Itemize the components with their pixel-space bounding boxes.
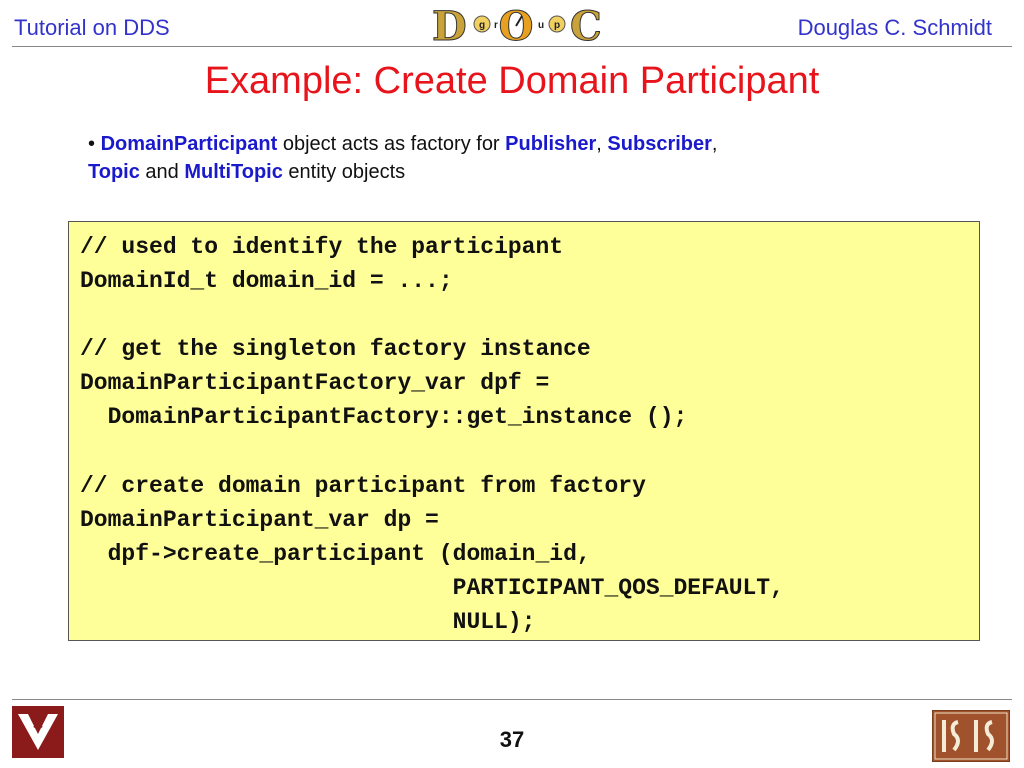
doc-group-logo: D g r O u p C — [432, 3, 601, 47]
code-line-9: DomainParticipant_var dp = — [80, 506, 439, 533]
code-line-5: DomainParticipantFactory_var dpf = — [80, 370, 550, 397]
keyword-publisher: Publisher — [505, 133, 597, 155]
header-divider — [12, 46, 1012, 47]
code-line-2: DomainId_t domain_id = ...; — [80, 268, 453, 295]
isis-logo-icon — [932, 710, 1010, 762]
logo-letter-g: g — [479, 20, 485, 31]
bullet-text-5: entity objects — [282, 161, 406, 183]
slide-title: Example: Create Domain Participant — [204, 60, 820, 102]
keyword-multitopic: MultiTopic — [184, 161, 283, 183]
keyword-topic: Topic — [88, 161, 140, 183]
header-left-title: Tutorial on DDS — [14, 15, 170, 40]
footer-divider — [12, 699, 1012, 700]
code-line-12: NULL); — [80, 609, 536, 636]
keyword-domainparticipant: DomainParticipant — [100, 133, 278, 155]
code-text: // used to identify the participant Doma… — [69, 222, 979, 639]
code-line-1: // used to identify the participant — [80, 234, 564, 260]
logo-letter-p: p — [554, 20, 560, 31]
logo-letter-d: D — [432, 3, 467, 46]
code-line-10: dpf->create_participant (domain_id, — [80, 540, 591, 567]
code-line-11: PARTICIPANT_QOS_DEFAULT, — [80, 574, 784, 601]
bullet-text-3: , — [711, 133, 718, 155]
page-number: 37 — [499, 727, 525, 752]
bullet-marker: • — [88, 133, 96, 155]
bullet-point: • DomainParticipant object acts as facto… — [88, 130, 928, 186]
logo-letter-r: r — [494, 20, 498, 31]
bullet-text-1: object acts as factory for — [277, 133, 506, 155]
logo-letter-c: C — [570, 3, 600, 46]
code-line-6: DomainParticipantFactory::get_instance (… — [80, 404, 688, 431]
bullet-text-4: and — [139, 161, 185, 183]
logo-letter-u: u — [538, 20, 544, 31]
code-line-8: // create domain participant from factor… — [80, 472, 646, 499]
header-right-author: Douglas C. Schmidt — [797, 15, 992, 40]
keyword-subscriber: Subscriber — [607, 133, 712, 155]
bullet-text-2: , — [596, 133, 608, 155]
code-block: // used to identify the participant Doma… — [68, 221, 980, 641]
code-line-4: // get the singleton factory instance — [80, 336, 591, 363]
